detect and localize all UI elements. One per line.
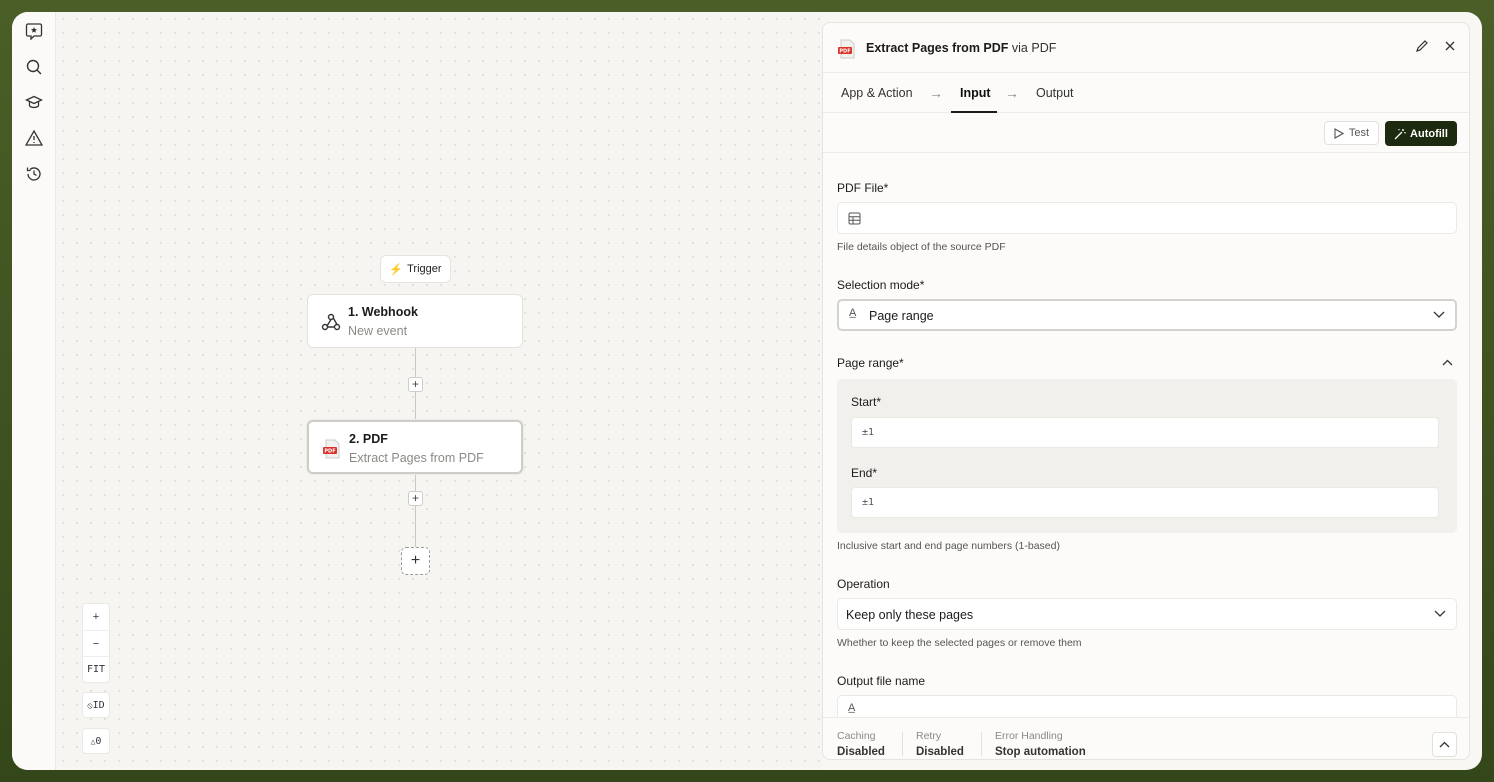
history-icon[interactable] <box>24 164 44 184</box>
arrow-right-icon: → <box>929 85 943 101</box>
operation-label: Operation <box>837 577 890 591</box>
page-range-label: Page range* <box>837 356 904 370</box>
step-tabs: App & Action → Input → Output <box>823 73 1469 113</box>
divider <box>902 732 903 756</box>
logo-icon[interactable] <box>24 21 44 41</box>
selection-mode-select[interactable]: A̲ Page range <box>837 299 1457 331</box>
autofill-button[interactable]: Autofill <box>1385 121 1457 146</box>
magic-wand-icon <box>1394 128 1406 139</box>
panel-header: PDF Extract Pages from PDF via PDF <box>823 23 1469 73</box>
pdf-file-help: File details object of the source PDF <box>837 241 1006 253</box>
end-label: End* <box>851 466 878 480</box>
bolt-icon: ⚡ <box>389 263 404 276</box>
pdf-icon: PDF <box>837 39 857 64</box>
start-input[interactable]: ±1 <box>851 417 1439 448</box>
end-input[interactable]: ±1 <box>851 487 1439 518</box>
test-button[interactable]: Test <box>1324 121 1379 145</box>
edit-icon[interactable] <box>1415 39 1429 58</box>
step-config-panel: PDF Extract Pages from PDF via PDF App &… <box>822 22 1470 760</box>
tab-app-action[interactable]: App & Action <box>841 86 913 100</box>
tab-input[interactable]: Input <box>960 86 991 100</box>
node-subtitle: New event <box>348 324 408 338</box>
webhook-icon <box>320 311 342 333</box>
app-frame: ⚡ Trigger 1. Webhook New event + PDF 2. … <box>12 12 1482 770</box>
arrow-right-icon: → <box>1005 85 1019 101</box>
chevron-down-icon <box>1434 610 1446 617</box>
text-type-icon: A̲ <box>849 307 857 319</box>
page-range-group: Start* ±1 End* ±1 <box>837 379 1457 533</box>
play-icon <box>1334 127 1344 139</box>
zoom-in-button[interactable]: + <box>83 604 109 630</box>
chevron-up-icon <box>1439 741 1450 748</box>
output-file-name-label: Output file name <box>837 674 926 688</box>
operation-help: Whether to keep the selected pages or re… <box>837 637 1082 649</box>
operation-select[interactable]: Keep only these pages <box>837 598 1457 630</box>
pdf-file-input[interactable] <box>837 202 1457 234</box>
close-icon[interactable] <box>1443 39 1457 58</box>
trigger-label: Trigger <box>407 263 442 275</box>
retry-setting[interactable]: Retry Disabled <box>916 730 964 758</box>
add-final-step-button[interactable]: + <box>401 547 430 575</box>
add-step-button[interactable]: + <box>408 377 423 392</box>
divider <box>981 732 982 756</box>
action-bar: Test Autofill <box>823 113 1469 153</box>
chevron-up-icon[interactable] <box>1442 359 1453 366</box>
node-subtitle: Extract Pages from PDF <box>349 451 484 465</box>
node-title: 1. Webhook <box>348 305 418 319</box>
text-type-icon: A̲ <box>848 702 856 714</box>
panel-title-via: via PDF <box>1011 41 1057 55</box>
selection-mode-label: Selection mode* <box>837 278 925 292</box>
node-pdf[interactable]: PDF 2. PDF Extract Pages from PDF <box>307 420 523 474</box>
table-icon <box>848 212 861 225</box>
error-handling-setting[interactable]: Error Handling Stop automation <box>995 730 1086 758</box>
learn-icon[interactable] <box>24 92 44 112</box>
expand-footer-button[interactable] <box>1432 732 1457 757</box>
connector-line <box>415 475 416 547</box>
add-step-button[interactable]: + <box>408 491 423 506</box>
svg-text:PDF: PDF <box>839 49 850 55</box>
svg-text:PDF: PDF <box>324 449 335 455</box>
panel-title: Extract Pages from PDF via PDF <box>866 41 1057 55</box>
warning-icon[interactable] <box>24 128 44 148</box>
warnings-button[interactable]: △0 <box>82 728 110 754</box>
zoom-out-button[interactable]: − <box>83 630 109 656</box>
fit-button[interactable]: FIT <box>83 656 109 682</box>
node-webhook[interactable]: 1. Webhook New event <box>307 294 523 348</box>
workflow-canvas[interactable]: ⚡ Trigger 1. Webhook New event + PDF 2. … <box>56 12 822 770</box>
zoom-controls: + − FIT <box>82 603 110 683</box>
search-icon[interactable] <box>24 57 44 77</box>
left-sidebar <box>12 12 56 770</box>
caching-setting[interactable]: Caching Disabled <box>837 730 885 758</box>
chevron-down-icon <box>1433 311 1445 318</box>
tab-output[interactable]: Output <box>1036 86 1074 100</box>
pdf-icon: PDF <box>321 438 343 460</box>
pdf-file-label: PDF File* <box>837 181 889 195</box>
page-range-help: Inclusive start and end page numbers (1-… <box>837 540 1060 552</box>
node-title: 2. PDF <box>349 432 388 446</box>
start-label: Start* <box>851 395 882 409</box>
trigger-badge[interactable]: ⚡ Trigger <box>380 255 451 283</box>
toggle-ids-button[interactable]: ⦸ID <box>82 692 110 718</box>
panel-footer: Caching Disabled Retry Disabled Error Ha… <box>823 717 1469 759</box>
